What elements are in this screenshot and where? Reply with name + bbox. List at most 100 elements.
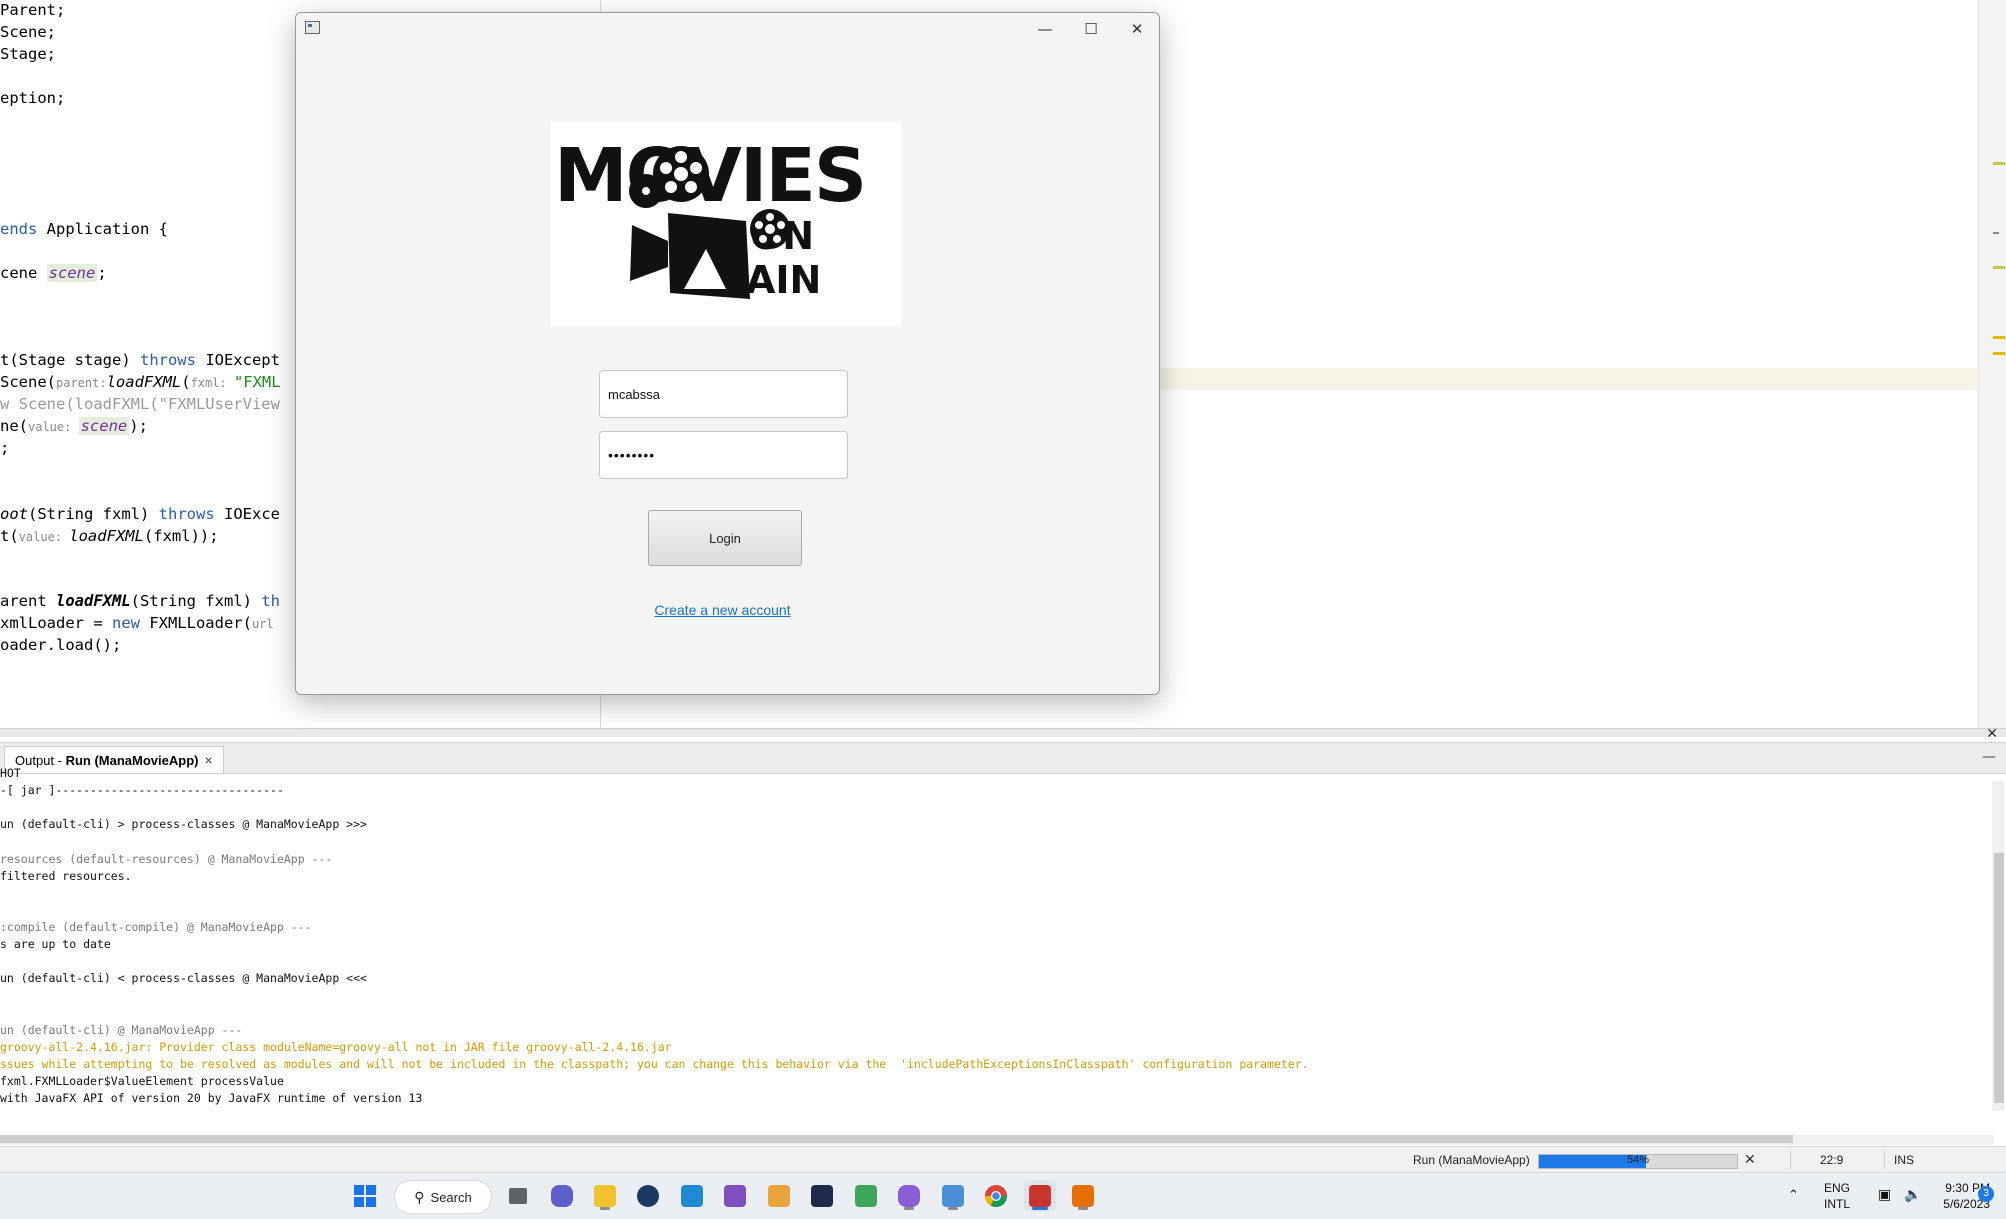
code-token: ends xyxy=(0,220,38,238)
notepad-icon xyxy=(855,1185,877,1207)
output-console-text[interactable]: HOT -[ jar ]-----------------------------… xyxy=(0,766,1990,1111)
close-icon[interactable]: ✕ xyxy=(1986,726,1998,742)
app-window-icon xyxy=(305,21,320,34)
logo-text-ain: AIN xyxy=(746,258,821,302)
code-line[interactable]: w Scene(loadFXML("FXMLUserView xyxy=(0,394,280,414)
progress-percent: 54% xyxy=(1626,1154,1650,1166)
output-line: groovy-all-2.4.16.jar: Provider class mo… xyxy=(0,1039,672,1054)
output-line: -[ jar ]--------------------------------… xyxy=(0,783,284,798)
taskbar-search[interactable]: ⚲ Search xyxy=(394,1180,492,1214)
output-vertical-scroll-thumb[interactable] xyxy=(1994,853,2004,1103)
lang-top: ENG xyxy=(1824,1181,1851,1195)
windows-logo-icon xyxy=(354,1185,376,1207)
code-token: new xyxy=(111,614,140,633)
taskbar-app-box[interactable] xyxy=(937,1180,969,1212)
code-token: Scene; xyxy=(0,22,56,41)
gamepad-icon xyxy=(898,1185,920,1207)
code-line[interactable]: ; xyxy=(0,438,9,458)
insert-mode[interactable]: INS xyxy=(1894,1153,1914,1167)
language-indicator[interactable]: ENG INTL xyxy=(1824,1180,1850,1212)
steam-icon xyxy=(637,1185,659,1207)
task-view-button[interactable] xyxy=(502,1180,534,1212)
username-field[interactable] xyxy=(599,370,848,418)
code-line[interactable]: oot(String fxml) throws IOExce xyxy=(0,504,280,524)
minimize-panel-icon[interactable]: — xyxy=(1982,749,1996,765)
password-field[interactable]: •••••••• xyxy=(599,431,848,479)
code-token: FXMLLoader( xyxy=(139,614,252,633)
code-token: w Scene(loadFXML("FXMLUserView xyxy=(0,395,280,414)
taskbar-app-visual-studio[interactable] xyxy=(719,1180,751,1212)
start-button[interactable] xyxy=(349,1180,381,1212)
code-token: (String fxml) xyxy=(130,592,262,611)
code-line[interactable]: cene scene; xyxy=(0,263,107,283)
warning-stripe-mark[interactable] xyxy=(1993,352,2005,355)
caret-position[interactable]: 22:9 xyxy=(1820,1153,1843,1167)
taskbar-app-terminal[interactable] xyxy=(806,1180,838,1212)
taskbar-app-file-explorer[interactable] xyxy=(589,1180,621,1212)
current-line-highlight xyxy=(1158,368,1978,390)
tab-output-run[interactable]: Output - Run (ManaMovieApp) × xyxy=(4,746,224,773)
editor-scrollbar[interactable] xyxy=(1978,0,2006,728)
code-line[interactable]: t(Stage stage) throws IOExcept xyxy=(0,350,280,370)
warning-stripe-mark[interactable] xyxy=(1993,266,2005,269)
code-line[interactable]: ends Application { xyxy=(0,219,168,239)
chrome-icon xyxy=(985,1185,1007,1207)
taskbar-app-chat[interactable] xyxy=(546,1180,578,1212)
caret-stripe-mark xyxy=(1993,232,1999,234)
editor-bottom-separator xyxy=(0,728,2006,737)
status-separator xyxy=(1790,1151,1791,1169)
network-icon[interactable]: ▣ xyxy=(1878,1186,1891,1203)
taskbar-app-vscode[interactable] xyxy=(676,1180,708,1212)
taskbar-app-chrome[interactable] xyxy=(980,1180,1012,1212)
code-token: cene xyxy=(0,263,47,282)
code-line[interactable]: Parent; xyxy=(0,0,65,20)
close-window-button[interactable]: ✕ xyxy=(1114,13,1159,44)
output-line: ssues while attempting to be resolved as… xyxy=(0,1056,1309,1071)
code-line[interactable]: ne(value: scene); xyxy=(0,416,148,437)
chevron-up-icon[interactable]: ⌃ xyxy=(1788,1187,1799,1203)
code-line[interactable]: oader.load(); xyxy=(0,635,121,655)
taskbar-app-game[interactable] xyxy=(893,1180,925,1212)
code-line[interactable]: xmlLoader = new FXMLLoader(url xyxy=(0,613,274,634)
code-line[interactable]: eption; xyxy=(0,88,65,108)
output-horizontal-scroll-thumb[interactable] xyxy=(0,1135,1793,1143)
code-token: ; xyxy=(97,263,107,282)
code-token: t( xyxy=(0,526,19,545)
login-window: — ☐ ✕ MOVIES ON AIN •••••••• xyxy=(295,12,1160,695)
cancel-task-icon[interactable]: ✕ xyxy=(1744,1151,1756,1168)
volume-icon[interactable]: 🔈 xyxy=(1904,1186,1921,1203)
code-token: fxml: xyxy=(190,376,234,391)
code-token: (fxml)); xyxy=(143,526,219,545)
code-token: "FXML xyxy=(233,373,281,392)
code-token: loadFXML xyxy=(56,592,131,611)
terminal-icon xyxy=(811,1185,833,1207)
window-titlebar[interactable]: — ☐ ✕ xyxy=(296,13,1159,44)
output-tab-name: Run (ManaMovieApp) xyxy=(65,752,199,768)
taskbar-app-notepad[interactable] xyxy=(850,1180,882,1212)
taskbar-app-tool[interactable] xyxy=(763,1180,795,1212)
code-line[interactable]: t(value: loadFXML(fxml)); xyxy=(0,526,219,547)
status-separator xyxy=(1884,1151,1885,1169)
maximize-button[interactable]: ☐ xyxy=(1068,13,1114,44)
running-task-label[interactable]: Run (ManaMovieApp) xyxy=(1413,1153,1530,1167)
code-line[interactable]: Scene(parent:loadFXML(fxml: "FXML xyxy=(0,372,281,393)
run-progress-bar[interactable]: 54% xyxy=(1538,1154,1738,1169)
code-line[interactable]: arent loadFXML(String fxml) th xyxy=(0,591,280,611)
close-tab-icon[interactable]: × xyxy=(204,752,212,768)
code-line[interactable]: Scene; xyxy=(0,22,56,42)
logo-text-movies: MOVIES xyxy=(554,133,865,219)
notification-badge[interactable]: 3 xyxy=(1978,1186,1994,1202)
code-token: Parent; xyxy=(0,1,66,19)
code-token: url xyxy=(251,617,274,632)
taskbar-app-steam[interactable] xyxy=(632,1180,664,1212)
taskbar-app-netbeans[interactable] xyxy=(1024,1180,1056,1212)
output-line: resources (default-resources) @ ManaMovi… xyxy=(0,851,333,866)
create-account-link-text[interactable]: Create a new account xyxy=(654,602,790,618)
warning-stripe-mark[interactable] xyxy=(1993,336,2005,339)
code-line[interactable]: Stage; xyxy=(0,44,56,64)
minimize-button[interactable]: — xyxy=(1022,13,1068,44)
taskbar-app-java[interactable] xyxy=(1067,1180,1099,1212)
login-button[interactable]: Login xyxy=(648,510,802,566)
error-stripe-mark[interactable] xyxy=(1993,162,2005,165)
box-icon xyxy=(942,1185,964,1207)
